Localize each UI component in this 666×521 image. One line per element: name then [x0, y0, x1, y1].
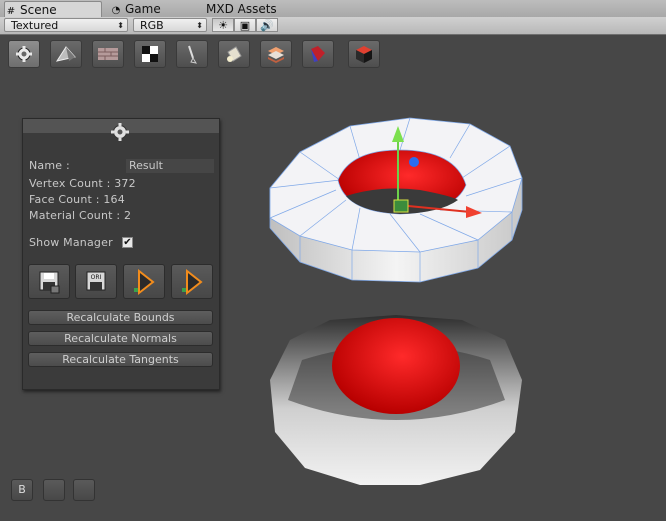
tab-game-label: Game: [125, 2, 161, 16]
magnet-tool-button[interactable]: [302, 40, 334, 68]
audio-toggle[interactable]: 🔊: [256, 18, 278, 32]
face-count: Face Count : 164: [29, 193, 125, 206]
cube-icon: [356, 46, 372, 63]
dropdown-arrows-icon: ⬍: [196, 21, 203, 30]
save-button[interactable]: [28, 264, 70, 299]
tab-game[interactable]: ◔ Game: [110, 1, 200, 17]
tab-mxd-assets[interactable]: MXD Assets: [206, 1, 296, 17]
pyramid-icon: [55, 46, 76, 62]
export-button[interactable]: [123, 264, 165, 299]
image-icon: ▣: [239, 19, 251, 32]
wall-tool-button[interactable]: [92, 40, 124, 68]
material-count: Material Count : 2: [29, 209, 132, 222]
brush-tool-button[interactable]: [176, 40, 208, 68]
scene-viewport[interactable]: [230, 95, 560, 495]
render-mode-value: Textured: [11, 19, 59, 32]
scene-toolbar: Textured ⬍ RGB ⬍ ☀ ▣ 🔊: [0, 17, 666, 35]
tab-scene[interactable]: # Scene: [4, 1, 102, 18]
recalculate-normals-button[interactable]: Recalculate Normals: [28, 331, 213, 346]
recalculate-tangents-button[interactable]: Recalculate Tangents: [28, 352, 213, 367]
tab-scene-label: Scene: [20, 3, 57, 17]
layers-tool-button[interactable]: [260, 40, 292, 68]
paint-bucket-icon: [227, 46, 242, 62]
play-export-icon: [134, 268, 155, 295]
image-effects-toggle[interactable]: ▣: [234, 18, 256, 32]
bottom-b-button[interactable]: B: [11, 479, 33, 501]
gear-icon: [16, 46, 32, 62]
name-field[interactable]: Result: [126, 159, 214, 173]
mesh-tool-button[interactable]: [50, 40, 82, 68]
speaker-icon: 🔊: [260, 19, 274, 32]
solid-ring-mesh[interactable]: [270, 315, 522, 485]
ori-text: ORI: [91, 274, 102, 281]
checker-icon: [142, 46, 158, 62]
save-disk-icon: [39, 271, 60, 293]
name-label: Name :: [29, 159, 70, 172]
stack-icon: [268, 47, 284, 63]
color-mode-dropdown[interactable]: RGB ⬍: [133, 18, 207, 32]
sun-icon: ☀: [218, 19, 228, 32]
mesh-manager-panel: Name : Result Vertex Count : 372 Face Co…: [22, 118, 220, 390]
save-original-button[interactable]: ORI: [75, 264, 117, 299]
lighting-toggle[interactable]: ☀: [212, 18, 234, 32]
cube-tool-button[interactable]: [348, 40, 380, 68]
window-tab-bar: # Scene ◔ Game MXD Assets: [0, 0, 666, 18]
magnet-icon: [311, 46, 325, 62]
export-alt-button[interactable]: [171, 264, 213, 299]
brick-wall-icon: [98, 48, 118, 60]
checker-tool-button[interactable]: [134, 40, 166, 68]
settings-tool-button[interactable]: [8, 40, 40, 68]
bottom-button-2[interactable]: [43, 479, 65, 501]
z-axis-handle[interactable]: [409, 157, 419, 167]
paint-tool-button[interactable]: [218, 40, 250, 68]
tab-mxd-assets-label: MXD Assets: [206, 2, 277, 16]
render-mode-dropdown[interactable]: Textured ⬍: [4, 18, 128, 32]
play-export-alt-icon: [182, 268, 203, 295]
recalculate-bounds-button[interactable]: Recalculate Bounds: [28, 310, 213, 325]
gear-icon: [111, 123, 129, 141]
show-manager-checkbox[interactable]: ✔: [122, 237, 133, 248]
brush-icon: [188, 45, 198, 64]
dropdown-arrows-icon: ⬍: [117, 21, 124, 30]
color-mode-value: RGB: [140, 19, 164, 32]
save-ori-icon: ORI: [86, 271, 106, 290]
show-manager-label: Show Manager: [29, 236, 113, 249]
vertex-count: Vertex Count : 372: [29, 177, 136, 190]
bottom-button-3[interactable]: [73, 479, 95, 501]
